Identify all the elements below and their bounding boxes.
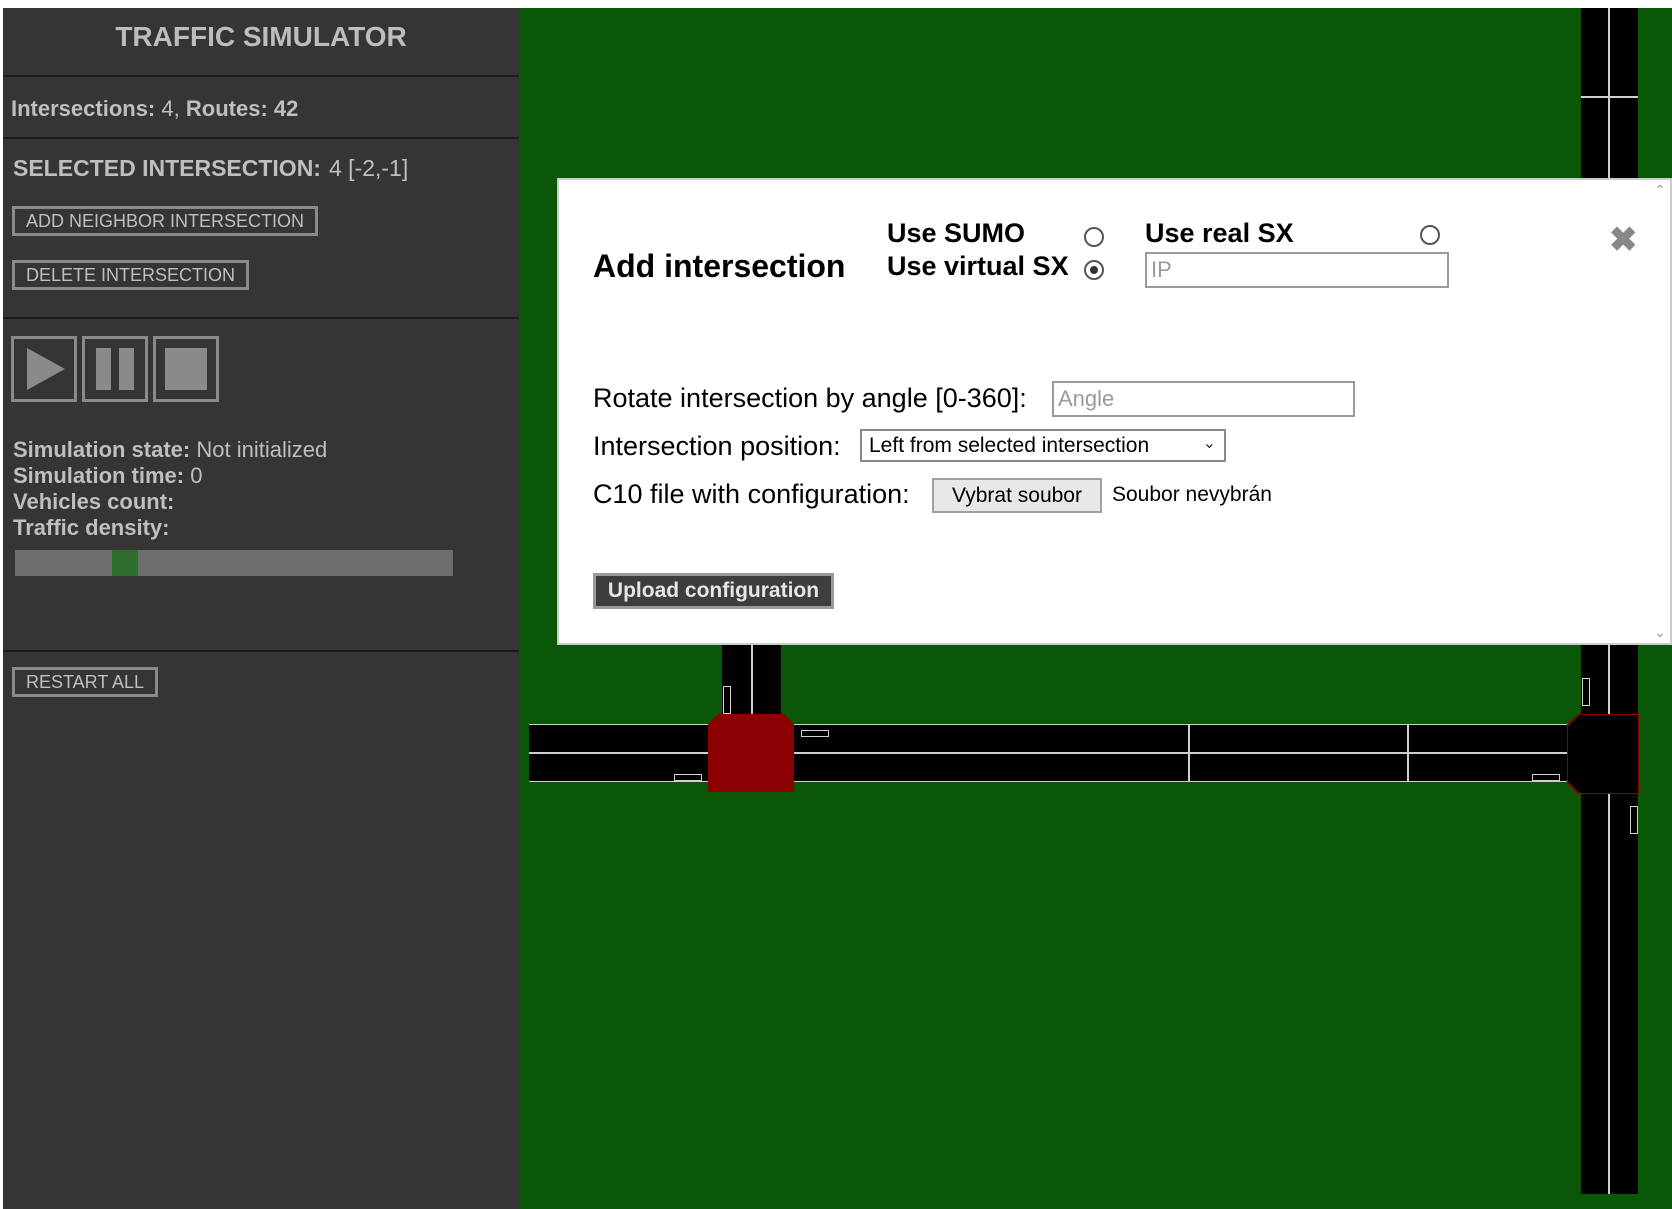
- dialog-title: Add intersection: [593, 248, 846, 284]
- stats-separator: ,: [173, 96, 180, 121]
- use-sumo-radio[interactable]: [1084, 227, 1104, 247]
- detector-icon: [1630, 806, 1638, 834]
- road-edge: [529, 781, 1629, 782]
- stop-icon: [165, 348, 207, 390]
- selected-intersection-node[interactable]: [708, 714, 794, 792]
- file-status: Soubor nevybrán: [1112, 483, 1272, 506]
- road-segment-divider: [1407, 724, 1409, 782]
- ip-input[interactable]: [1145, 252, 1449, 288]
- selected-intersection-panel: SELECTED INTERSECTION: 4 [-2,-1] ADD NEIG…: [3, 139, 519, 319]
- play-icon: [27, 348, 65, 390]
- pause-icon: [96, 348, 134, 390]
- road-edge: [529, 724, 1629, 725]
- intersection-position-select[interactable]: Left from selected intersection ⌄: [860, 429, 1226, 462]
- selected-intersection-heading: SELECTED INTERSECTION: 4 [-2,-1]: [13, 155, 408, 182]
- add-neighbor-intersection-button[interactable]: ADD NEIGHBOR INTERSECTION: [12, 206, 319, 236]
- add-intersection-dialog: Add intersection Use SUMO Use virtual SX…: [557, 178, 1672, 645]
- chevron-down-icon: ⌄: [1202, 435, 1216, 452]
- traffic-density: Traffic density:: [13, 515, 327, 541]
- stop-button[interactable]: [153, 336, 219, 402]
- traffic-density-bar: [15, 550, 453, 576]
- traffic-density-label: Traffic density:: [13, 515, 170, 540]
- intersections-label: Intersections:: [11, 96, 156, 121]
- detector-icon: [1532, 774, 1560, 781]
- scroll-down-icon[interactable]: ⌄: [1654, 624, 1666, 641]
- simulation-state-value: Not initialized: [196, 437, 328, 462]
- use-virtual-sx-radio[interactable]: [1084, 260, 1104, 280]
- intersection-position-value: Left from selected intersection: [869, 434, 1150, 457]
- simulation-time-value: 0: [190, 463, 203, 488]
- close-icon[interactable]: ✖: [1609, 220, 1638, 260]
- pause-button[interactable]: [82, 336, 148, 402]
- intersection-node[interactable]: [1567, 714, 1639, 794]
- simulation-state-label: Simulation state:: [13, 437, 191, 462]
- intersection-position-label: Intersection position:: [593, 431, 841, 461]
- simulation-time-label: Simulation time:: [13, 463, 185, 488]
- rotate-angle-label: Rotate intersection by angle [0-360]:: [593, 383, 1027, 413]
- upload-configuration-button[interactable]: Upload configuration: [593, 573, 834, 609]
- detector-icon: [801, 730, 829, 737]
- routes-value: 42: [273, 96, 299, 121]
- selected-intersection-label: SELECTED INTERSECTION:: [13, 155, 321, 181]
- use-real-sx-radio[interactable]: [1420, 225, 1440, 245]
- network-stats: Intersections: 4, Routes: 42: [3, 77, 519, 139]
- config-file-label: C10 file with configuration:: [593, 479, 910, 509]
- app-title: TRAFFIC SIMULATOR: [3, 8, 519, 77]
- scroll-up-icon[interactable]: ⌃: [1654, 182, 1666, 199]
- detector-icon: [1582, 678, 1590, 706]
- sidebar: TRAFFIC SIMULATOR Intersections: 4, Rout…: [3, 8, 519, 1209]
- detector-icon: [674, 774, 702, 781]
- delete-intersection-button[interactable]: DELETE INTERSECTION: [12, 260, 250, 290]
- lane-divider: [1581, 96, 1638, 98]
- selected-intersection-value: 4 [-2,-1]: [328, 155, 409, 181]
- use-virtual-sx-label: Use virtual SX: [887, 251, 1069, 281]
- road-segment-divider: [1188, 724, 1190, 782]
- vehicles-count: Vehicles count:: [13, 489, 327, 515]
- angle-input[interactable]: [1052, 381, 1355, 417]
- play-button[interactable]: [11, 336, 77, 402]
- lane-divider: [529, 752, 1629, 754]
- routes-label: Routes:: [185, 96, 268, 121]
- simulation-panel: Simulation state: Not initialized Simula…: [3, 319, 519, 652]
- vehicles-count-label: Vehicles count:: [13, 489, 175, 514]
- use-real-sx-label: Use real SX: [1145, 218, 1294, 248]
- intersections-value: 4: [161, 96, 174, 121]
- simulation-state: Simulation state: Not initialized: [13, 437, 327, 463]
- use-sumo-label: Use SUMO: [887, 218, 1026, 248]
- detector-icon: [723, 686, 731, 714]
- choose-file-button[interactable]: Vybrat soubor: [932, 478, 1102, 513]
- traffic-density-marker: [112, 550, 138, 576]
- restart-all-button[interactable]: RESTART ALL: [12, 667, 159, 697]
- simulation-time: Simulation time: 0: [13, 463, 327, 489]
- simulation-info: Simulation state: Not initialized Simula…: [13, 437, 327, 541]
